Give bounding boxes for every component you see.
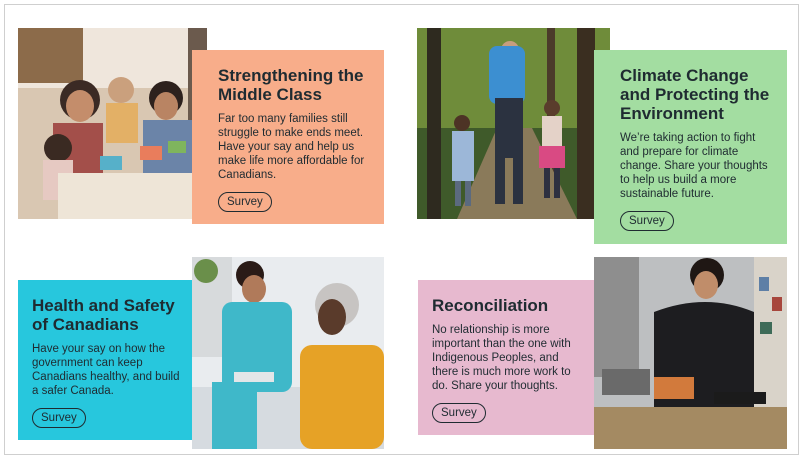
- card-title: Reconciliation: [432, 296, 549, 315]
- survey-button[interactable]: Survey: [32, 408, 86, 428]
- card-description: Far too many families still struggle to …: [218, 113, 365, 181]
- survey-button[interactable]: Survey: [620, 211, 674, 231]
- card-title: Strengthening the Middle Class: [218, 66, 364, 104]
- card-description: We’re taking action to fight and prepare…: [620, 132, 768, 200]
- nurse-with-patient-photo: [192, 257, 384, 449]
- card-title: Health and Safety of Canadians: [32, 296, 175, 334]
- card-reconciliation: Reconciliation No relationship is more i…: [418, 280, 594, 435]
- card-strengthening-middle-class: Strengthening the Middle Class Far too m…: [192, 50, 384, 224]
- woman-cooking-food-photo: [594, 257, 787, 449]
- card-description: Have your say on how the government can …: [32, 343, 180, 397]
- card-climate-change: Climate Change and Protecting the Enviro…: [594, 50, 787, 244]
- card-health-and-safety: Health and Safety of Canadians Have your…: [18, 280, 192, 440]
- card-title: Climate Change and Protecting the Enviro…: [620, 66, 770, 123]
- card-description: No relationship is more important than t…: [432, 324, 571, 392]
- family-playing-with-toys-photo: [18, 28, 207, 219]
- survey-button[interactable]: Survey: [218, 192, 272, 212]
- family-hiking-in-forest-photo: [417, 28, 610, 219]
- survey-button[interactable]: Survey: [432, 403, 486, 423]
